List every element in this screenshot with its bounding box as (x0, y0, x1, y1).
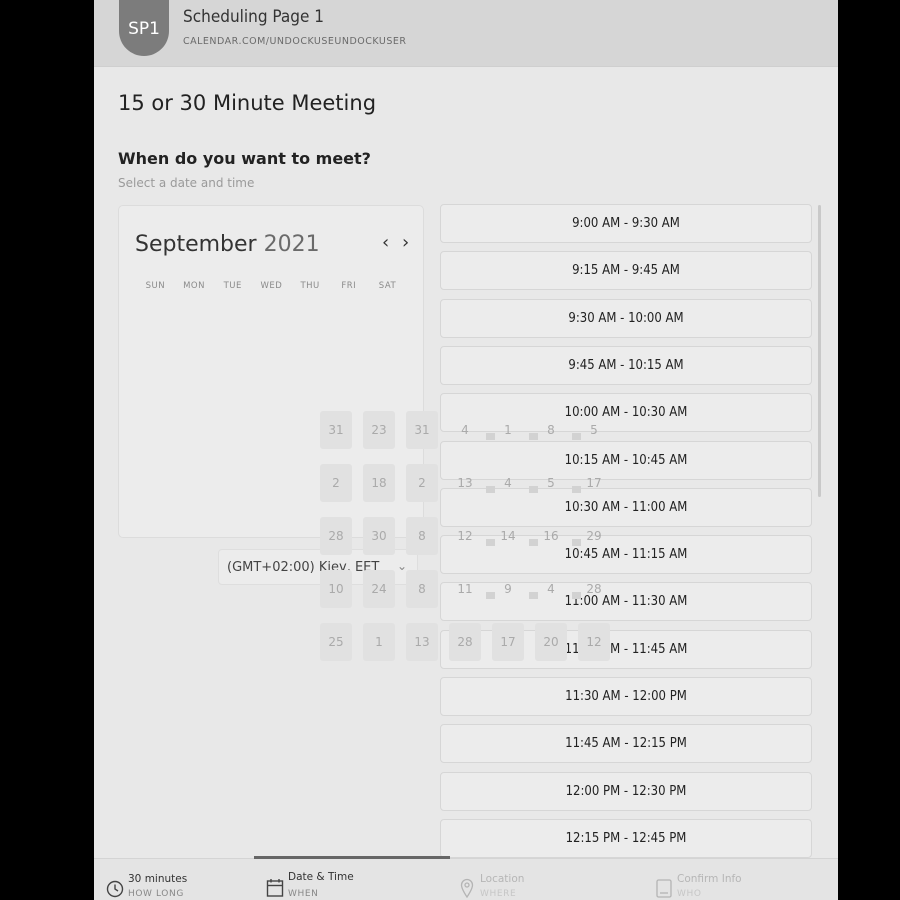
calendar-day[interactable]: 1 (492, 411, 524, 449)
calendar-day[interactable]: 8 (406, 517, 438, 555)
step-label: Location (480, 873, 525, 885)
when-question: When do you want to meet? (118, 149, 371, 168)
time-slot-button[interactable]: 12:00 PM - 12:30 PM (440, 771, 812, 811)
calendar-month: September (135, 232, 257, 257)
step-navigation: 30 minutes HOW LONG Date & Time WHEN Loc… (94, 858, 838, 900)
clock-icon (106, 880, 124, 898)
calendar-day[interactable]: 10 (320, 570, 352, 608)
weekday-wed: WED (260, 281, 283, 291)
calendar-days-overlay: 31 23 31 4 1 8 5 2 18 2 13 4 5 17 28 30 8 12 14 16 29 10 24 8 11… (320, 411, 700, 666)
calendar-day[interactable]: 20 (535, 623, 567, 661)
active-step-indicator (254, 856, 450, 859)
step-label: Date & Time (288, 871, 354, 883)
weekday-sun: SUN (145, 281, 166, 291)
calendar-day[interactable]: 14 (492, 517, 524, 555)
calendar-day[interactable]: 30 (363, 517, 395, 555)
calendar-day[interactable]: 28 (578, 570, 610, 608)
step-sublabel: WHEN (288, 889, 319, 899)
step-sublabel: WHO (677, 889, 702, 899)
calendar-day[interactable]: 8 (535, 411, 567, 449)
weekday-sat: SAT (378, 281, 397, 291)
weekday-tue: TUE (223, 281, 242, 291)
select-hint: Select a date and time (118, 176, 255, 190)
calendar-day[interactable]: 5 (535, 464, 567, 502)
time-slot-button[interactable]: 9:45 AM - 10:15 AM (440, 345, 812, 385)
location-pin-icon (460, 878, 474, 899)
calendar-day[interactable]: 12 (578, 623, 610, 661)
time-slot-button[interactable]: 9:15 AM - 9:45 AM (440, 251, 812, 291)
weekday-thu: THU (300, 281, 320, 291)
prev-month-button[interactable]: ‹ (382, 232, 389, 253)
weekday-mon: MON (183, 281, 205, 291)
weekday-header: SUN MON TUE WED THU FRI SAT (136, 281, 407, 291)
scheduling-page-title: Scheduling Page 1 (183, 7, 324, 27)
calendar-day[interactable]: 25 (320, 623, 352, 661)
step-sublabel: HOW LONG (128, 889, 184, 899)
calendar-day[interactable]: 11 (449, 570, 481, 608)
calendar-day[interactable]: 2 (320, 464, 352, 502)
calendar-day[interactable]: 31 (320, 411, 352, 449)
scheduling-page-url[interactable]: CALENDAR.COM/UNDOCKUSEUNDOCKUSER (183, 36, 406, 47)
step-label: Confirm Info (677, 873, 742, 885)
calendar-year: 2021 (263, 232, 320, 257)
calendar-day[interactable]: 28 (320, 517, 352, 555)
calendar-day[interactable]: 4 (492, 464, 524, 502)
calendar-day[interactable]: 13 (449, 464, 481, 502)
time-slot-button[interactable]: 11:30 AM - 12:00 PM (440, 677, 812, 716)
scheduling-app: SP1 Scheduling Page 1 CALENDAR.COM/UNDOC… (94, 0, 838, 900)
time-slot-button[interactable]: 9:00 AM - 9:30 AM (440, 204, 812, 243)
calendar-day[interactable]: 23 (363, 411, 395, 449)
calendar-day[interactable]: 12 (449, 517, 481, 555)
calendar-day[interactable]: 17 (578, 464, 610, 502)
step-sublabel: WHERE (480, 889, 517, 899)
calendar-month-label: September 2021 (135, 232, 320, 257)
calendar-day[interactable]: 28 (449, 623, 481, 661)
calendar-day[interactable]: 13 (406, 623, 438, 661)
calendar-day[interactable]: 9 (492, 570, 524, 608)
step-label: 30 minutes (128, 873, 188, 885)
calendar-day[interactable]: 24 (363, 570, 395, 608)
calendar-day[interactable]: 2 (406, 464, 438, 502)
page-header: SP1 Scheduling Page 1 CALENDAR.COM/UNDOC… (94, 0, 838, 67)
avatar[interactable]: SP1 (119, 0, 169, 56)
calendar-day[interactable]: 5 (578, 411, 610, 449)
time-slot-button[interactable]: 9:30 AM - 10:00 AM (440, 298, 812, 338)
weekday-fri: FRI (341, 281, 357, 291)
calendar-day[interactable]: 29 (578, 517, 610, 555)
calendar-day[interactable]: 1 (363, 623, 395, 661)
document-icon (656, 879, 672, 898)
calendar-day[interactable]: 4 (449, 411, 481, 449)
time-slot-button[interactable]: 11:45 AM - 12:15 PM (440, 724, 812, 764)
calendar-day[interactable]: 31 (406, 411, 438, 449)
next-month-button[interactable]: › (402, 232, 409, 253)
time-slot-button[interactable]: 12:15 PM - 12:45 PM (440, 818, 812, 858)
calendar-day[interactable]: 18 (363, 464, 395, 502)
calendar-day[interactable]: 4 (535, 570, 567, 608)
calendar-day[interactable]: 16 (535, 517, 567, 555)
calendar-day[interactable]: 17 (492, 623, 524, 661)
calendar-day[interactable]: 8 (406, 570, 438, 608)
scrollbar[interactable] (818, 205, 821, 497)
meeting-title: 15 or 30 Minute Meeting (118, 91, 377, 115)
calendar-icon (266, 879, 284, 897)
